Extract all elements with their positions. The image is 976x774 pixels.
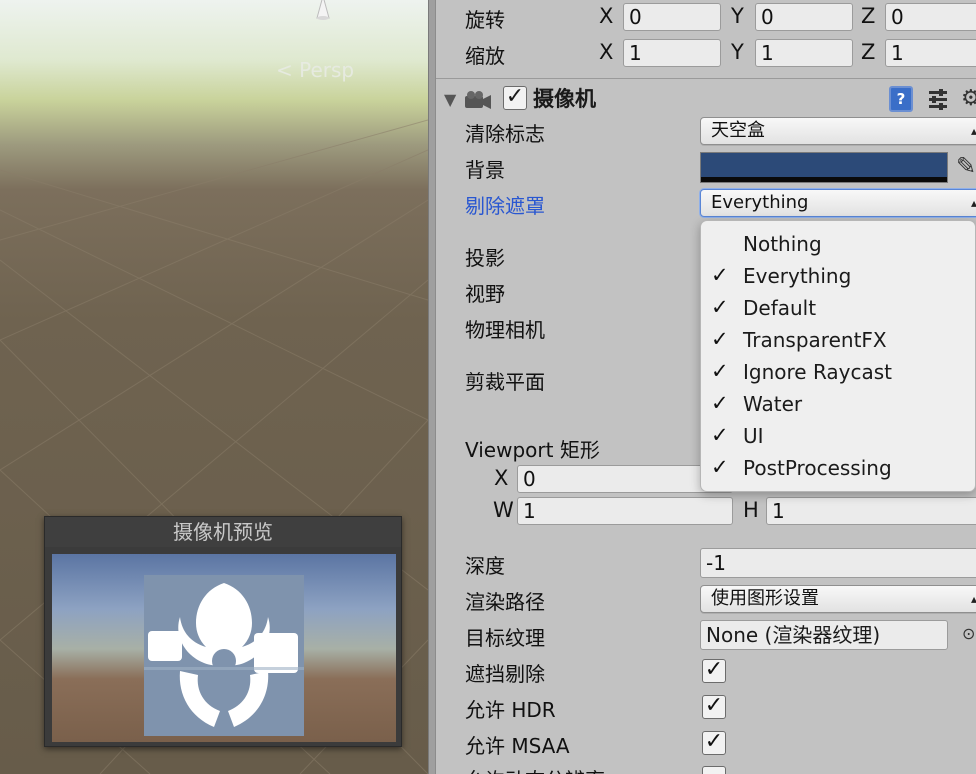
viewport-rect-label: Viewport 矩形 [465, 438, 600, 462]
help-book-icon[interactable]: ? [889, 86, 913, 112]
rendering-path-label: 渲染路径 [465, 590, 545, 614]
fov-label: 视野 [465, 282, 505, 306]
check-icon: ✓ [711, 455, 729, 479]
popup-item-label: TransparentFX [743, 328, 887, 352]
dropdown-arrows-icon: ▴ [970, 124, 976, 138]
scale-y-axis[interactable]: Y [731, 40, 744, 64]
panel-splitter[interactable] [428, 0, 436, 774]
dropdown-arrows-icon: ▴ [970, 196, 976, 210]
viewport-h-field[interactable]: 1 [766, 497, 976, 525]
popup-item-label: Water [743, 392, 803, 416]
check-icon: ✓ [711, 391, 729, 415]
background-color-swatch[interactable] [700, 152, 948, 183]
dropdown-arrows-icon: ▴ [970, 592, 976, 606]
viewport-w-field[interactable]: 1 [517, 497, 733, 525]
scale-x-field[interactable]: 1 [623, 39, 721, 67]
presets-icon[interactable] [927, 88, 949, 110]
allow-msaa-checkbox[interactable]: ✓ [702, 731, 726, 755]
scale-z-field[interactable]: 1 [885, 39, 976, 67]
camera-preview-viewport [52, 554, 396, 742]
depth-field[interactable]: -1 [700, 548, 976, 578]
popup-item-label: PostProcessing [743, 456, 892, 480]
popup-item-label: UI [743, 424, 764, 448]
projection-label: 投影 [465, 246, 505, 270]
clear-flags-value: 天空盒 [711, 120, 765, 141]
allow-hdr-label: 允许 HDR [465, 698, 556, 722]
check-icon: ✓ [711, 423, 729, 447]
viewport-h-axis[interactable]: H [743, 498, 759, 522]
allow-dynamic-resolution-label: 允许动态分辨率 [465, 764, 605, 774]
popup-item-postprocessing[interactable]: ✓ PostProcessing [701, 453, 975, 485]
scale-z-axis[interactable]: Z [861, 40, 875, 64]
scene-view[interactable]: < Persp 摄像机预览 [0, 0, 428, 774]
check-icon: ✓ [711, 263, 729, 287]
rendering-path-value: 使用图形设置 [711, 588, 819, 609]
viewport-x-axis[interactable]: X [494, 466, 508, 490]
popup-item-ignore-raycast[interactable]: ✓ Ignore Raycast [701, 357, 975, 389]
eyedropper-icon[interactable]: ✎ [956, 152, 976, 180]
popup-item-label: Nothing [743, 232, 822, 256]
camera-preview-title: 摄像机预览 [45, 517, 401, 547]
target-texture-label: 目标纹理 [465, 626, 545, 650]
check-icon: ✓ [711, 327, 729, 351]
rotation-z-axis[interactable]: Z [861, 4, 875, 28]
popup-item-everything[interactable]: ✓ Everything [701, 261, 975, 293]
culling-mask-popup: Nothing ✓ Everything ✓ Default ✓ Transpa… [700, 220, 976, 492]
popup-item-default[interactable]: ✓ Default [701, 293, 975, 325]
rotation-x-field[interactable]: 0 [623, 3, 721, 31]
popup-item-water[interactable]: ✓ Water [701, 389, 975, 421]
occlusion-culling-label: 遮挡剔除 [465, 662, 545, 686]
target-texture-field[interactable]: None (渲染器纹理) [700, 620, 948, 650]
clear-flags-label: 清除标志 [465, 122, 545, 146]
allow-msaa-label: 允许 MSAA [465, 734, 570, 758]
persp-label[interactable]: < Persp [276, 58, 354, 82]
camera-component-header[interactable]: ▼ ✓ 摄像机 ? ⚙ [436, 84, 976, 116]
camera-icon [465, 91, 491, 109]
object-picker-icon[interactable]: ⊙ [962, 624, 975, 643]
camera-preview-panel: 摄像机预览 [44, 516, 402, 747]
rotation-y-axis[interactable]: Y [731, 4, 744, 28]
rendering-path-dropdown[interactable]: 使用图形设置 ▴ [700, 585, 976, 613]
fold-arrow-icon[interactable]: ▼ [444, 90, 456, 109]
culling-mask-label: 剔除遮罩 [465, 194, 545, 218]
physical-camera-label: 物理相机 [465, 318, 545, 342]
popup-item-label: Everything [743, 264, 852, 288]
scale-x-axis[interactable]: X [599, 40, 613, 64]
rotation-y-field[interactable]: 0 [755, 3, 853, 31]
depth-label: 深度 [465, 554, 505, 578]
allow-hdr-checkbox[interactable]: ✓ [702, 695, 726, 719]
popup-item-label: Ignore Raycast [743, 360, 893, 384]
popup-item-nothing[interactable]: Nothing [701, 229, 975, 261]
allow-dynamic-resolution-checkbox[interactable] [702, 766, 726, 774]
camera-enabled-checkbox[interactable]: ✓ [503, 86, 527, 110]
viewport-w-axis[interactable]: W [493, 498, 514, 522]
biohazard-icon [144, 575, 304, 736]
component-divider [436, 78, 976, 79]
popup-item-ui[interactable]: ✓ UI [701, 421, 975, 453]
gear-icon[interactable]: ⚙ [961, 86, 976, 111]
rotation-z-field[interactable]: 0 [885, 3, 976, 31]
rotation-label: 旋转 [465, 8, 505, 32]
camera-component-title: 摄像机 [533, 87, 596, 111]
scale-label: 缩放 [465, 44, 505, 68]
clipping-planes-label: 剪裁平面 [465, 370, 545, 394]
check-icon: ✓ [711, 295, 729, 319]
culling-mask-value: Everything [711, 192, 809, 213]
clear-flags-dropdown[interactable]: 天空盒 ▴ [700, 117, 976, 145]
scale-y-field[interactable]: 1 [755, 39, 853, 67]
background-label: 背景 [465, 158, 505, 182]
popup-item-label: Default [743, 296, 817, 320]
culling-mask-dropdown[interactable]: Everything ▴ [700, 189, 976, 217]
alpha-strip [701, 177, 947, 182]
popup-item-transparentfx[interactable]: ✓ TransparentFX [701, 325, 975, 357]
persp-text: Persp [299, 58, 355, 82]
check-icon: ✓ [711, 359, 729, 383]
occlusion-culling-checkbox[interactable]: ✓ [702, 659, 726, 683]
rotation-x-axis[interactable]: X [599, 4, 613, 28]
persp-arrow-icon: < [276, 58, 300, 82]
scene-gizmo[interactable] [306, 0, 340, 22]
